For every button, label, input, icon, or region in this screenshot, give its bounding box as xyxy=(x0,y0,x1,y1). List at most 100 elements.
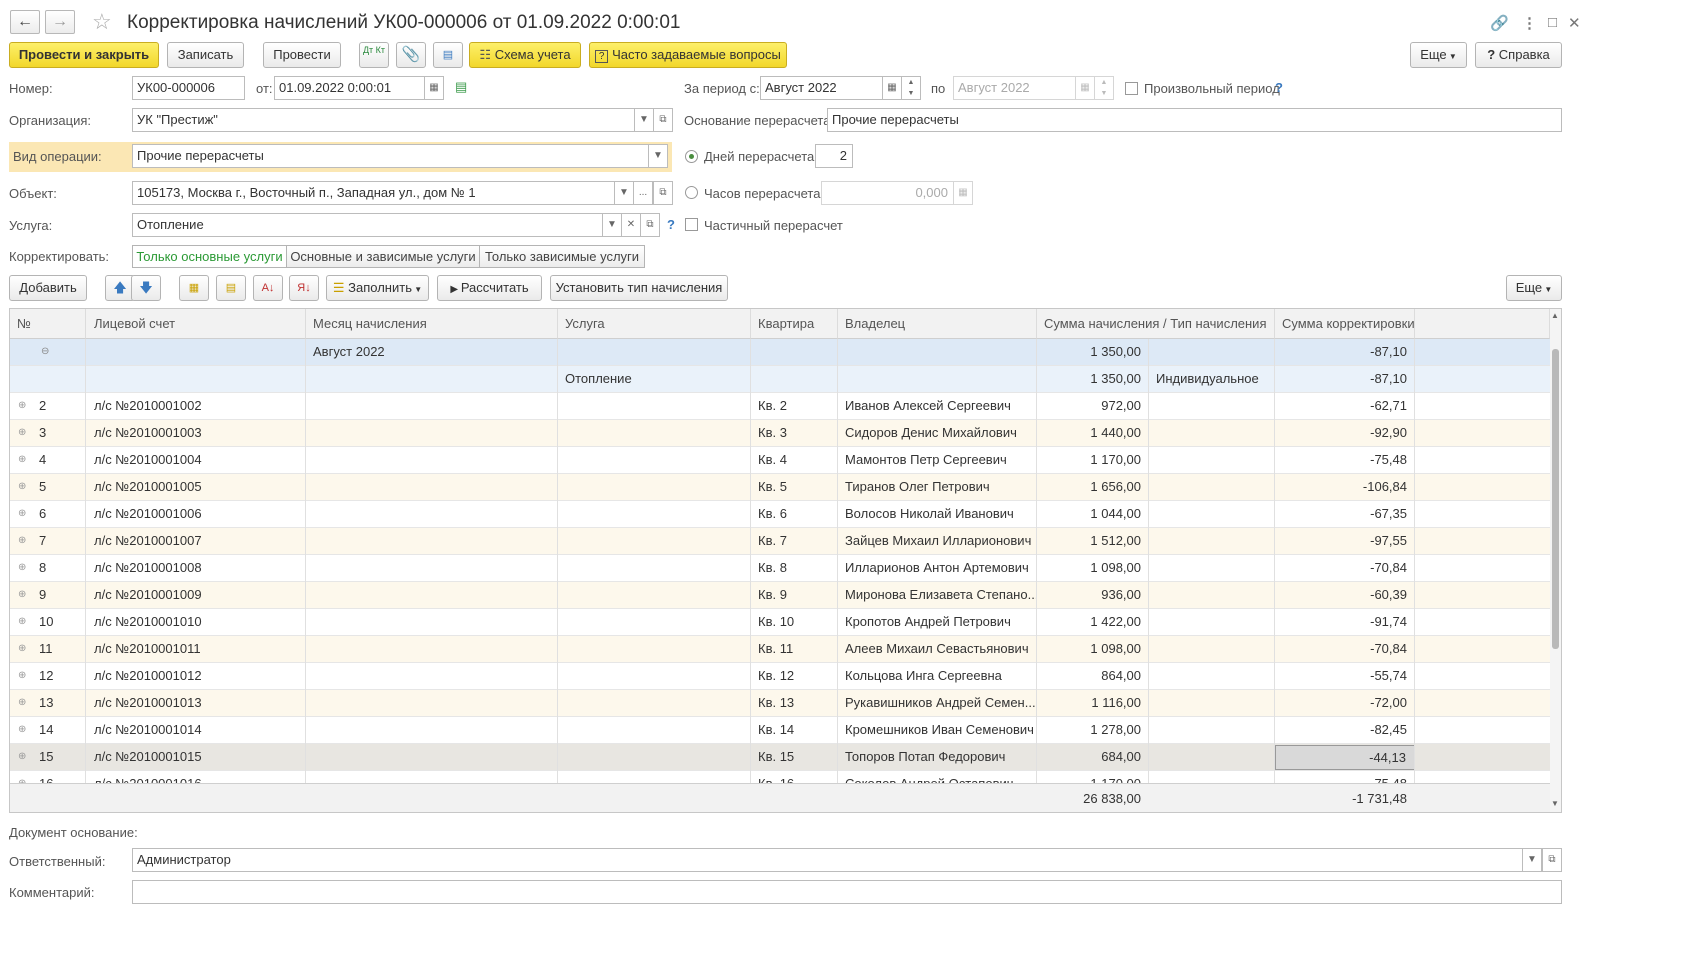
faq-button[interactable]: ? Часто задаваемые вопросы xyxy=(589,42,787,68)
calendar-icon[interactable]: ▦ xyxy=(424,76,444,100)
scroll-down-icon[interactable]: ▼ xyxy=(1551,799,1559,808)
seg-dependent-only[interactable]: Только зависимые услуги xyxy=(479,245,645,268)
more-button[interactable]: Еще ▼ xyxy=(1410,42,1467,68)
save-button[interactable]: Записать xyxy=(167,42,244,68)
table-row[interactable]: ⊕ 2 л/с №2010001002 Кв. 2 Иванов Алексей Сер… xyxy=(10,393,1550,420)
select-ellipsis-icon[interactable]: ... xyxy=(633,181,653,205)
restore-icon[interactable]: □ xyxy=(1548,14,1557,31)
help-button[interactable]: ? Справка xyxy=(1475,42,1562,68)
dtkt-icon[interactable]: Дт Кт xyxy=(359,42,389,68)
favorite-star-icon[interactable]: ☆ xyxy=(92,10,112,34)
col-header-apartment[interactable]: Квартира xyxy=(751,309,838,339)
help-question-icon[interactable]: ? xyxy=(1275,80,1283,95)
expand-row-icon[interactable]: ⊕ xyxy=(15,528,33,555)
clear-icon[interactable]: ✕ xyxy=(621,213,641,237)
table-row[interactable]: ⊕ 4 л/с №2010001004 Кв. 4 Мамонтов Петр Серг… xyxy=(10,447,1550,474)
calendar-icon[interactable]: ▦ xyxy=(882,76,902,100)
add-button[interactable]: Добавить xyxy=(9,275,87,301)
number-field[interactable]: УК00-000006 xyxy=(132,76,245,100)
history-icon[interactable]: ▤ xyxy=(455,79,467,95)
group-row[interactable]: ⊖ Август 2022 1 350,00 -87,10 xyxy=(10,339,1550,366)
col-header-account[interactable]: Лицевой счет xyxy=(86,309,306,339)
period-spin-icon[interactable]: ▲ ▼ xyxy=(1094,76,1114,100)
seg-main-and-dependent[interactable]: Основные и зависимые услуги xyxy=(286,245,480,268)
col-header-service[interactable]: Услуга xyxy=(558,309,751,339)
dropdown-icon[interactable]: ▼ xyxy=(648,144,668,168)
expand-all-icon[interactable]: ▦ xyxy=(179,275,209,301)
table-row[interactable]: ⊕ 12 л/с №2010001012 Кв. 12 Кольцова Инга Се… xyxy=(10,663,1550,690)
move-down-icon[interactable]: 🡇 xyxy=(131,275,161,301)
scroll-up-icon[interactable]: ▲ xyxy=(1551,311,1559,320)
expand-row-icon[interactable]: ⊕ xyxy=(15,447,33,474)
more-vert-icon[interactable]: ⋮ xyxy=(1522,14,1537,32)
expand-row-icon[interactable]: ⊕ xyxy=(15,393,33,420)
expand-row-icon[interactable]: ⊕ xyxy=(15,690,33,717)
arbitrary-period-checkbox[interactable] xyxy=(1125,82,1138,95)
hours-field[interactable]: 0,000 xyxy=(821,181,954,205)
table-row[interactable]: ⊕ 7 л/с №2010001007 Кв. 7 Зайцев Михаил Илла… xyxy=(10,528,1550,555)
expand-row-icon[interactable]: ⊕ xyxy=(15,663,33,690)
table-row[interactable]: ⊕ 15 л/с №2010001015 Кв. 15 Топоров Потап Фе… xyxy=(10,744,1550,771)
service-field[interactable]: Отопление xyxy=(132,213,603,237)
period-spin-icon[interactable]: ▲ ▼ xyxy=(901,76,921,100)
attach-icon[interactable]: 📎 xyxy=(396,42,426,68)
basis-field[interactable]: Прочие перерасчеты xyxy=(827,108,1562,132)
collapse-icon[interactable]: ⊖ xyxy=(34,339,74,366)
expand-row-icon[interactable]: ⊕ xyxy=(15,609,33,636)
table-row[interactable]: ⊕ 9 л/с №2010001009 Кв. 9 Миронова Елизавета… xyxy=(10,582,1550,609)
expand-row-icon[interactable]: ⊕ xyxy=(15,420,33,447)
post-button[interactable]: Провести xyxy=(263,42,341,68)
dropdown-icon[interactable]: ▼ xyxy=(614,181,634,205)
calendar-icon[interactable]: ▦ xyxy=(1075,76,1095,100)
collapse-all-icon[interactable]: ▤ xyxy=(216,275,246,301)
expand-row-icon[interactable]: ⊕ xyxy=(15,474,33,501)
set-type-button[interactable]: Установить тип начисления xyxy=(550,275,728,301)
table-row[interactable]: ⊕ 10 л/с №2010001010 Кв. 10 Кропотов Андрей … xyxy=(10,609,1550,636)
open-icon[interactable]: ⧉ xyxy=(640,213,660,237)
comment-field[interactable] xyxy=(132,880,1562,904)
expand-row-icon[interactable]: ⊕ xyxy=(15,501,33,528)
dropdown-icon[interactable]: ▼ xyxy=(1522,848,1542,872)
table-row[interactable]: ⊕ 6 л/с №2010001006 Кв. 6 Волосов Николай Ив… xyxy=(10,501,1550,528)
table-row[interactable]: ⊕ 8 л/с №2010001008 Кв. 8 Илларионов Антон А… xyxy=(10,555,1550,582)
table-row[interactable]: ⊕ 3 л/с №2010001003 Кв. 3 Сидоров Денис Миха… xyxy=(10,420,1550,447)
open-icon[interactable]: ⧉ xyxy=(653,181,673,205)
partial-checkbox[interactable] xyxy=(685,218,698,231)
dropdown-icon[interactable]: ▼ xyxy=(602,213,622,237)
close-icon[interactable]: ✕ xyxy=(1568,14,1581,32)
expand-row-icon[interactable]: ⊕ xyxy=(15,744,33,771)
scroll-thumb[interactable] xyxy=(1552,349,1559,649)
col-header-correction[interactable]: Сумма корректировки xyxy=(1275,309,1415,339)
table-row[interactable]: ⊕ 14 л/с №2010001014 Кв. 14 Кромешников Иван… xyxy=(10,717,1550,744)
link-icon[interactable]: 🔗 xyxy=(1490,14,1509,32)
col-header-num[interactable]: № xyxy=(10,309,86,339)
charges-table[interactable]: № Лицевой счет Месяц начисления Услуга К… xyxy=(9,308,1562,813)
table-more-button[interactable]: Еще ▼ xyxy=(1506,275,1562,301)
table-row[interactable]: ⊕ 11 л/с №2010001011 Кв. 11 Алеев Михаил Сев… xyxy=(10,636,1550,663)
col-header-sum-type[interactable]: Сумма начисления / Тип начисления xyxy=(1037,309,1275,339)
sort-asc-icon[interactable]: A↓ xyxy=(253,275,283,301)
calculator-icon[interactable]: ▦ xyxy=(953,181,973,205)
period-to-field[interactable]: Август 2022 xyxy=(953,76,1076,100)
days-radio[interactable] xyxy=(685,150,698,163)
responsible-field[interactable]: Администратор xyxy=(132,848,1523,872)
calculate-button[interactable]: ▶ Рассчитать xyxy=(437,275,542,301)
open-icon[interactable]: ⧉ xyxy=(1542,848,1562,872)
print-icon[interactable]: ▤ xyxy=(433,42,463,68)
table-row[interactable]: ⊕ 13 л/с №2010001013 Кв. 13 Рукавишников Анд… xyxy=(10,690,1550,717)
expand-row-icon[interactable]: ⊕ xyxy=(15,636,33,663)
days-field[interactable]: 2 xyxy=(815,144,853,168)
help-question-icon[interactable]: ? xyxy=(667,217,675,232)
table-scrollbar[interactable]: ▲ ▼ xyxy=(1550,309,1561,812)
operation-field[interactable]: Прочие перерасчеты xyxy=(132,144,649,168)
post-and-close-button[interactable]: Провести и закрыть xyxy=(9,42,159,68)
org-field[interactable]: УК "Престиж" xyxy=(132,108,635,132)
col-header-owner[interactable]: Владелец xyxy=(838,309,1037,339)
sort-desc-icon[interactable]: Я↓ xyxy=(289,275,319,301)
fill-button[interactable]: ☰ Заполнить ▼ xyxy=(326,275,429,301)
period-from-field[interactable]: Август 2022 xyxy=(760,76,883,100)
expand-row-icon[interactable]: ⊕ xyxy=(15,555,33,582)
expand-row-icon[interactable]: ⊕ xyxy=(15,717,33,744)
table-row[interactable]: ⊕ 5 л/с №2010001005 Кв. 5 Тиранов Олег Петро… xyxy=(10,474,1550,501)
dropdown-icon[interactable]: ▼ xyxy=(634,108,654,132)
